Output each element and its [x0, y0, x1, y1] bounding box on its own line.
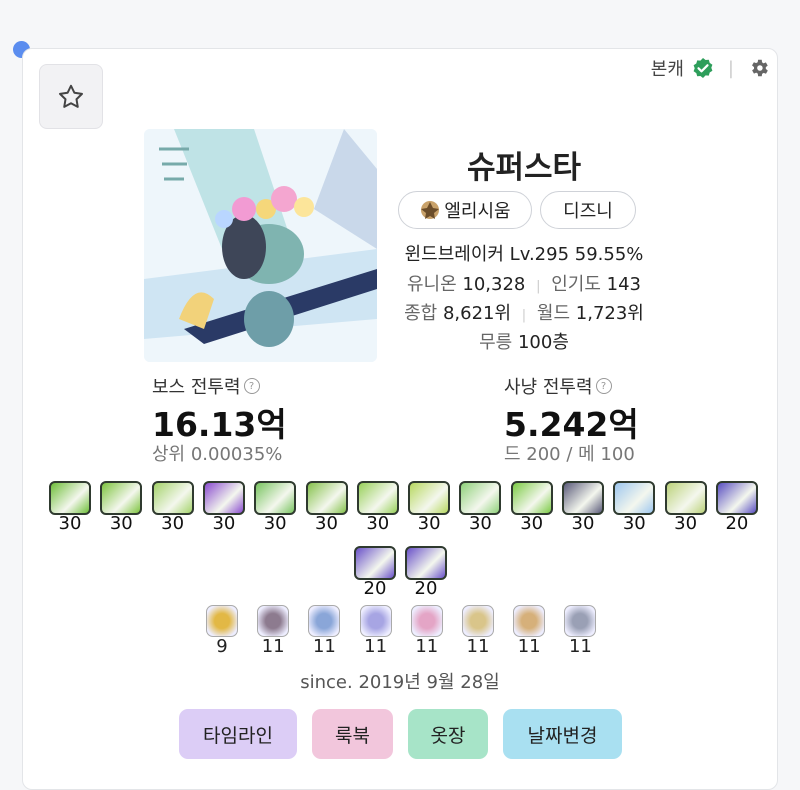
skill-icon[interactable]	[305, 481, 348, 515]
mureung-label: 무릉	[479, 332, 513, 353]
popularity-value: 143	[606, 274, 642, 295]
skill-level: 30	[571, 513, 595, 534]
skill-icon[interactable]	[459, 481, 502, 515]
skill-level: 30	[622, 513, 646, 534]
union-popularity-row: 유니온 10,328 | 인기도 143	[380, 270, 668, 296]
skill-icon[interactable]	[408, 481, 451, 515]
skill-icon[interactable]	[254, 481, 297, 515]
skill-icon[interactable]	[510, 481, 553, 515]
skill-icon[interactable]	[354, 546, 396, 580]
overall-rank-value: 8,621위	[442, 303, 512, 324]
divider: |	[727, 57, 734, 79]
arcane-symbol-icon[interactable]	[257, 605, 290, 637]
overall-rank-label: 종합	[404, 303, 438, 324]
help-icon[interactable]: ?	[595, 378, 612, 394]
guild-emblem-icon	[421, 201, 440, 219]
arcane-symbol-icon[interactable]	[564, 605, 597, 637]
arcane-symbol-icon[interactable]	[206, 605, 238, 637]
skill-level: 30	[161, 513, 185, 534]
symbol-level: 11	[517, 636, 541, 657]
job-level-text: 윈드브레이커 Lv.295 59.55%	[404, 244, 644, 265]
arcane-symbol-icon[interactable]	[513, 605, 546, 637]
world-pill[interactable]: 디즈니	[540, 191, 636, 229]
skill-icon[interactable]	[405, 546, 447, 580]
symbol-level: 11	[261, 636, 285, 657]
favorite-button[interactable]	[39, 64, 103, 129]
skill-icon[interactable]	[562, 481, 604, 515]
boss-power-label-text: 보스 전투력	[152, 377, 241, 398]
hunt-power-value: 5.242억	[504, 405, 639, 444]
symbol-level: 11	[568, 636, 592, 657]
skill-icon[interactable]	[100, 481, 143, 515]
skill-level: 30	[417, 513, 441, 534]
guild-name: 엘리시움	[444, 201, 511, 222]
character-name: 슈퍼스타	[466, 150, 582, 186]
rank-row: 종합 8,621위 | 월드 1,723위	[380, 299, 668, 325]
skill-level: 30	[674, 513, 698, 534]
skill-level: 20	[414, 578, 438, 599]
popularity-label: 인기도	[551, 274, 601, 295]
verified-icon	[693, 58, 713, 78]
boss-power-value: 16.13억	[152, 405, 287, 444]
star-icon	[59, 84, 83, 108]
hunt-power-label: 사냥 전투력 ?	[504, 373, 612, 399]
arcane-symbol-icon[interactable]	[410, 605, 443, 637]
skill-level: 30	[366, 513, 390, 534]
skill-icon[interactable]	[664, 481, 707, 515]
skill-icon[interactable]	[49, 481, 91, 515]
skill-level: 20	[363, 578, 387, 599]
skill-level: 30	[315, 513, 338, 534]
skill-level: 30	[263, 513, 287, 534]
boss-power-percentile: 상위 0.00035%	[152, 444, 283, 465]
skill-icon[interactable]	[613, 481, 656, 515]
character-avatar	[144, 129, 377, 362]
hunt-power-drop-meso: 드 200 / 메 100	[504, 444, 635, 465]
symbol-level: 11	[466, 636, 490, 657]
top-right-controls: 본캐 |	[651, 55, 770, 81]
gear-icon[interactable]	[748, 57, 770, 79]
lookbook-button[interactable]: 룩북	[312, 709, 393, 759]
skill-icon[interactable]	[151, 481, 194, 515]
world-rank-value: 1,723위	[575, 303, 644, 324]
skill-level: 30	[468, 513, 492, 534]
tag-pills: 엘리시움 디즈니	[398, 191, 636, 229]
arcane-symbol-icon[interactable]	[308, 605, 341, 637]
skill-level: 30	[109, 513, 133, 534]
world-rank-label: 월드	[536, 303, 571, 324]
skill-level: 20	[725, 513, 749, 534]
closet-button[interactable]: 옷장	[408, 709, 488, 759]
change-date-button[interactable]: 날짜변경	[503, 709, 622, 759]
symbol-level: 11	[312, 636, 336, 657]
main-character-label: 본캐	[650, 59, 684, 80]
union-value: 10,328	[462, 274, 526, 295]
skill-level: 30	[520, 513, 544, 534]
skill-icon[interactable]	[202, 481, 245, 515]
since-date: since. 2019년 9월 28일	[300, 672, 500, 693]
boss-power-label: 보스 전투력 ?	[152, 373, 260, 399]
mureung-value: 100층	[517, 332, 569, 353]
skill-icon[interactable]	[715, 481, 758, 515]
symbol-level: 9	[216, 636, 228, 657]
world-name: 디즈니	[563, 201, 613, 222]
hunt-power-label-text: 사냥 전투력	[504, 377, 593, 398]
symbol-level: 11	[364, 636, 388, 657]
timeline-button[interactable]: 타임라인	[179, 709, 297, 759]
divider: |	[521, 308, 527, 323]
skill-level: 30	[58, 513, 82, 534]
guild-pill[interactable]: 엘리시움	[398, 191, 532, 229]
skill-icon[interactable]	[356, 481, 399, 515]
symbol-level: 11	[415, 636, 439, 657]
arcane-symbol-icon[interactable]	[359, 605, 392, 637]
mureung-row: 무릉 100층	[380, 328, 668, 354]
arcane-symbol-icon[interactable]	[462, 605, 494, 637]
union-label: 유니온	[406, 274, 457, 295]
help-icon[interactable]: ?	[243, 378, 260, 394]
job-level: 윈드브레이커 Lv.295 59.55%	[380, 240, 668, 266]
divider: |	[536, 279, 541, 294]
skill-level: 30	[212, 513, 236, 534]
